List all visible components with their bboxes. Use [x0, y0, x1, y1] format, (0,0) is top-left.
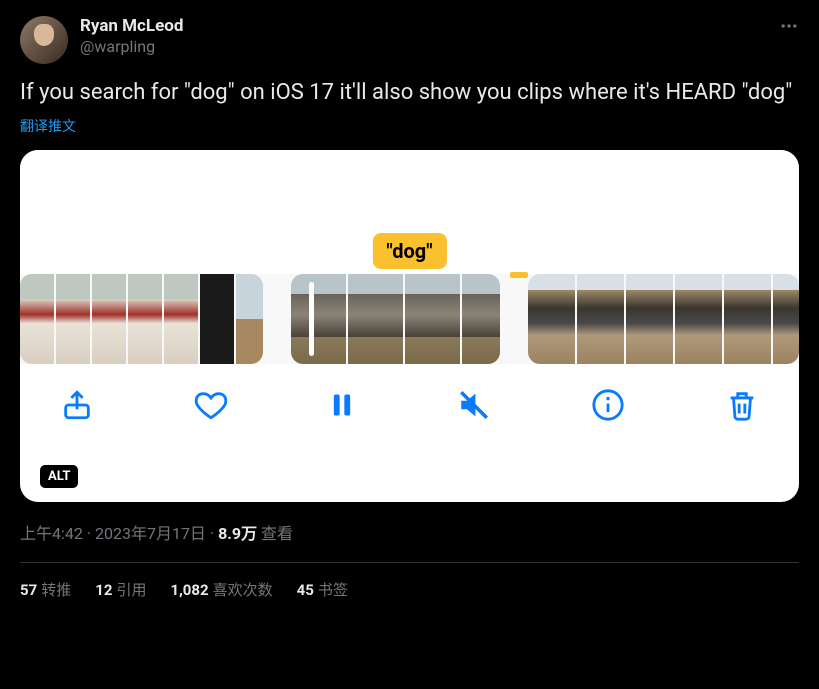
quotes-label: 引用	[116, 581, 146, 599]
likes-stat[interactable]: 1,082 喜欢次数	[170, 579, 272, 600]
timeline-frame	[164, 274, 198, 364]
timeline-frame	[20, 274, 54, 364]
timeline-frame	[528, 274, 575, 364]
timeline-frame	[200, 274, 234, 364]
clip-group-1[interactable]	[20, 274, 263, 364]
like-button[interactable]	[194, 388, 228, 422]
media-toolbar	[20, 364, 799, 442]
divider	[20, 562, 799, 563]
retweets-stat[interactable]: 57转推	[20, 579, 71, 600]
bookmarks-label: 书签	[318, 581, 348, 599]
tweet-meta: 上午4:42 · 2023年7月17日 · 8.9万 查看	[20, 520, 799, 544]
share-button[interactable]	[60, 388, 94, 422]
search-keyword-tag: "dog"	[372, 233, 446, 269]
likes-label: 喜欢次数	[213, 581, 273, 599]
timeline-frame	[462, 274, 500, 364]
pause-icon	[328, 389, 356, 421]
views-label: 查看	[261, 524, 293, 543]
video-timeline[interactable]	[20, 274, 799, 364]
timeline-frame	[236, 274, 263, 364]
timeline-frame	[724, 274, 771, 364]
views-count: 8.9万	[218, 524, 257, 543]
handle: @warpling	[80, 37, 183, 57]
tweet-stats: 57转推 12引用 1,082 喜欢次数 45书签	[20, 579, 799, 600]
share-icon	[60, 388, 94, 422]
bookmarks-count: 45	[297, 581, 314, 599]
timeline-frame	[675, 274, 722, 364]
quotes-stat[interactable]: 12引用	[95, 579, 146, 600]
alt-badge[interactable]: ALT	[40, 465, 78, 488]
display-name: Ryan McLeod	[80, 16, 183, 37]
avatar[interactable]	[20, 16, 68, 64]
mute-button[interactable]	[457, 388, 491, 422]
clip-group-2[interactable]	[291, 274, 500, 364]
timeline-frame	[626, 274, 673, 364]
bookmarks-stat[interactable]: 45书签	[297, 579, 348, 600]
tweet-text: If you search for "dog" on iOS 17 it'll …	[20, 78, 799, 108]
quotes-count: 12	[95, 581, 112, 599]
timeline-frame	[92, 274, 126, 364]
delete-button[interactable]	[725, 388, 759, 422]
trash-icon	[725, 388, 759, 422]
retweets-label: 转推	[41, 581, 71, 599]
translate-link[interactable]: 翻译推文	[20, 116, 76, 136]
tweet-container: Ryan McLeod @warpling If you search for …	[0, 0, 819, 616]
timeline-frame	[56, 274, 90, 364]
pause-button[interactable]	[328, 389, 356, 421]
clip-group-3[interactable]	[528, 274, 799, 364]
timeline-frame	[128, 274, 162, 364]
timeline-gap	[500, 274, 528, 364]
timeline-frame	[577, 274, 624, 364]
author-names[interactable]: Ryan McLeod @warpling	[80, 16, 183, 57]
timeline-keyword-marker	[510, 272, 528, 278]
timeline-gap	[263, 274, 291, 364]
tweet-date[interactable]: 2023年7月17日	[95, 524, 206, 543]
likes-count: 1,082	[170, 581, 208, 599]
more-options-button[interactable]	[779, 16, 799, 41]
timeline-frame	[773, 274, 799, 364]
speaker-muted-icon	[457, 388, 491, 422]
tweet-header: Ryan McLeod @warpling	[20, 16, 799, 64]
info-icon	[591, 388, 625, 422]
tweet-time[interactable]: 上午4:42	[20, 524, 83, 543]
info-button[interactable]	[591, 388, 625, 422]
timeline-frame	[348, 274, 403, 364]
media-attachment[interactable]: "dog"	[20, 150, 799, 502]
timeline-frame	[291, 274, 346, 364]
retweets-count: 57	[20, 581, 37, 599]
timeline-frame	[405, 274, 460, 364]
heart-icon	[194, 388, 228, 422]
ellipsis-icon	[779, 16, 799, 36]
media-whitespace: "dog"	[20, 150, 799, 274]
